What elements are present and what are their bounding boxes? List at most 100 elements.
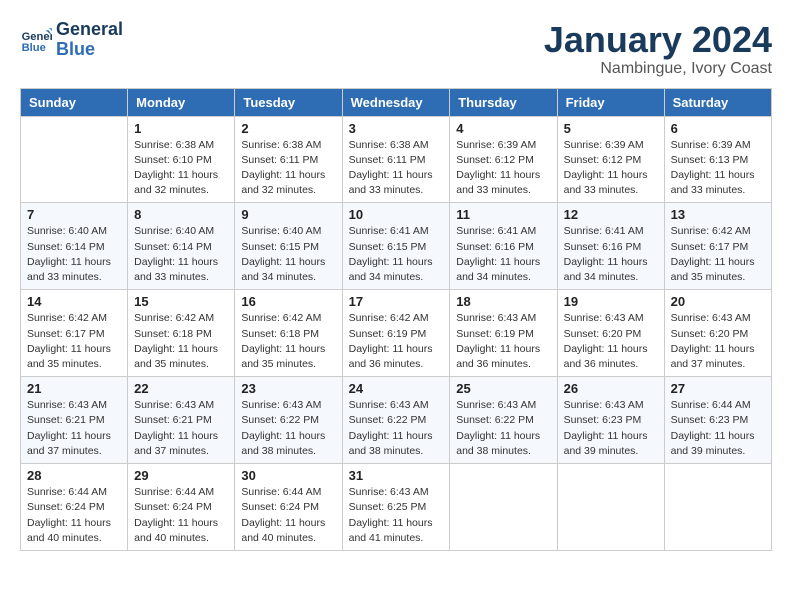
day-info: Sunrise: 6:43 AMSunset: 6:20 PMDaylight:…: [564, 311, 658, 372]
day-number: 11: [456, 207, 550, 222]
day-number: 7: [27, 207, 121, 222]
calendar-cell: 13Sunrise: 6:42 AMSunset: 6:17 PMDayligh…: [664, 203, 771, 290]
calendar-cell: 8 Sunrise: 6:40 AMSunset: 6:14 PMDaylight…: [128, 203, 235, 290]
title-area: January 2024 Nambingue, Ivory Coast: [544, 20, 772, 78]
day-number: 3: [349, 121, 444, 136]
day-info: Sunrise: 6:39 AMSunset: 6:13 PMDaylight:…: [671, 138, 765, 199]
day-info: Sunrise: 6:43 AMSunset: 6:21 PMDaylight:…: [27, 398, 121, 459]
logo-text: General Blue: [56, 20, 123, 60]
day-number: 28: [27, 468, 121, 483]
day-number: 26: [564, 381, 658, 396]
day-number: 31: [349, 468, 444, 483]
day-number: 29: [134, 468, 228, 483]
day-info: Sunrise: 6:42 AMSunset: 6:18 PMDaylight:…: [241, 311, 335, 372]
calendar-cell: [21, 116, 128, 203]
calendar-cell: 15 Sunrise: 6:42 AMSunset: 6:18 PMDayligh…: [128, 290, 235, 377]
calendar-body: 1 Sunrise: 6:38 AMSunset: 6:10 PMDaylight…: [21, 116, 772, 550]
calendar-cell: 31 Sunrise: 6:43 AMSunset: 6:25 PMDayligh…: [342, 464, 450, 551]
calendar-cell: 18Sunrise: 6:43 AMSunset: 6:19 PMDayligh…: [450, 290, 557, 377]
day-number: 21: [27, 381, 121, 396]
calendar-cell: 4 Sunrise: 6:39 AMSunset: 6:12 PMDaylight…: [450, 116, 557, 203]
day-number: 1: [134, 121, 228, 136]
day-info: Sunrise: 6:42 AMSunset: 6:19 PMDaylight:…: [349, 311, 444, 372]
calendar-cell: 25Sunrise: 6:43 AMSunset: 6:22 PMDayligh…: [450, 377, 557, 464]
day-info: Sunrise: 6:44 AMSunset: 6:23 PMDaylight:…: [671, 398, 765, 459]
day-info: Sunrise: 6:41 AMSunset: 6:16 PMDaylight:…: [564, 224, 658, 285]
day-number: 20: [671, 294, 765, 309]
day-info: Sunrise: 6:40 AMSunset: 6:14 PMDaylight:…: [27, 224, 121, 285]
calendar-cell: 20 Sunrise: 6:43 AMSunset: 6:20 PMDayligh…: [664, 290, 771, 377]
day-info: Sunrise: 6:43 AMSunset: 6:25 PMDaylight:…: [349, 485, 444, 546]
svg-text:General: General: [22, 31, 52, 43]
calendar-cell: 5Sunrise: 6:39 AMSunset: 6:12 PMDaylight…: [557, 116, 664, 203]
calendar-cell: 22 Sunrise: 6:43 AMSunset: 6:21 PMDayligh…: [128, 377, 235, 464]
calendar-week-1: 1 Sunrise: 6:38 AMSunset: 6:10 PMDaylight…: [21, 116, 772, 203]
day-number: 30: [241, 468, 335, 483]
calendar-week-3: 14 Sunrise: 6:42 AMSunset: 6:17 PMDayligh…: [21, 290, 772, 377]
day-info: Sunrise: 6:43 AMSunset: 6:22 PMDaylight:…: [456, 398, 550, 459]
calendar-cell: 16 Sunrise: 6:42 AMSunset: 6:18 PMDayligh…: [235, 290, 342, 377]
calendar-cell: 23Sunrise: 6:43 AMSunset: 6:22 PMDayligh…: [235, 377, 342, 464]
calendar-cell: 14 Sunrise: 6:42 AMSunset: 6:17 PMDayligh…: [21, 290, 128, 377]
col-header-saturday: Saturday: [664, 88, 771, 116]
calendar-cell: [664, 464, 771, 551]
day-number: 22: [134, 381, 228, 396]
calendar-cell: 2 Sunrise: 6:38 AMSunset: 6:11 PMDaylight…: [235, 116, 342, 203]
day-info: Sunrise: 6:44 AMSunset: 6:24 PMDaylight:…: [134, 485, 228, 546]
day-number: 8: [134, 207, 228, 222]
day-number: 17: [349, 294, 444, 309]
day-info: Sunrise: 6:38 AMSunset: 6:11 PMDaylight:…: [349, 138, 444, 199]
day-info: Sunrise: 6:42 AMSunset: 6:18 PMDaylight:…: [134, 311, 228, 372]
calendar-cell: 29 Sunrise: 6:44 AMSunset: 6:24 PMDayligh…: [128, 464, 235, 551]
day-info: Sunrise: 6:44 AMSunset: 6:24 PMDaylight:…: [241, 485, 335, 546]
day-info: Sunrise: 6:41 AMSunset: 6:16 PMDaylight:…: [456, 224, 550, 285]
day-info: Sunrise: 6:38 AMSunset: 6:10 PMDaylight:…: [134, 138, 228, 199]
day-info: Sunrise: 6:43 AMSunset: 6:23 PMDaylight:…: [564, 398, 658, 459]
day-info: Sunrise: 6:43 AMSunset: 6:19 PMDaylight:…: [456, 311, 550, 372]
calendar-cell: 1 Sunrise: 6:38 AMSunset: 6:10 PMDaylight…: [128, 116, 235, 203]
calendar-cell: 6 Sunrise: 6:39 AMSunset: 6:13 PMDaylight…: [664, 116, 771, 203]
logo-line1: General: [56, 20, 123, 40]
calendar-week-2: 7 Sunrise: 6:40 AMSunset: 6:14 PMDaylight…: [21, 203, 772, 290]
day-info: Sunrise: 6:43 AMSunset: 6:22 PMDaylight:…: [349, 398, 444, 459]
calendar-week-5: 28 Sunrise: 6:44 AMSunset: 6:24 PMDayligh…: [21, 464, 772, 551]
col-header-thursday: Thursday: [450, 88, 557, 116]
calendar-cell: 7 Sunrise: 6:40 AMSunset: 6:14 PMDaylight…: [21, 203, 128, 290]
calendar-cell: 3 Sunrise: 6:38 AMSunset: 6:11 PMDaylight…: [342, 116, 450, 203]
day-number: 2: [241, 121, 335, 136]
col-header-monday: Monday: [128, 88, 235, 116]
day-number: 14: [27, 294, 121, 309]
day-number: 5: [564, 121, 658, 136]
day-info: Sunrise: 6:43 AMSunset: 6:21 PMDaylight:…: [134, 398, 228, 459]
col-header-wednesday: Wednesday: [342, 88, 450, 116]
day-number: 4: [456, 121, 550, 136]
day-info: Sunrise: 6:44 AMSunset: 6:24 PMDaylight:…: [27, 485, 121, 546]
svg-text:Blue: Blue: [22, 42, 46, 54]
calendar-cell: [557, 464, 664, 551]
calendar-subtitle: Nambingue, Ivory Coast: [544, 60, 772, 78]
day-number: 15: [134, 294, 228, 309]
calendar-week-4: 21 Sunrise: 6:43 AMSunset: 6:21 PMDayligh…: [21, 377, 772, 464]
day-number: 13: [671, 207, 765, 222]
day-info: Sunrise: 6:41 AMSunset: 6:15 PMDaylight:…: [349, 224, 444, 285]
calendar-cell: 24Sunrise: 6:43 AMSunset: 6:22 PMDayligh…: [342, 377, 450, 464]
day-info: Sunrise: 6:43 AMSunset: 6:20 PMDaylight:…: [671, 311, 765, 372]
day-number: 6: [671, 121, 765, 136]
calendar-cell: 28 Sunrise: 6:44 AMSunset: 6:24 PMDayligh…: [21, 464, 128, 551]
col-header-sunday: Sunday: [21, 88, 128, 116]
page-header: General Blue General Blue January 2024 N…: [20, 20, 772, 78]
day-info: Sunrise: 6:39 AMSunset: 6:12 PMDaylight:…: [456, 138, 550, 199]
col-header-tuesday: Tuesday: [235, 88, 342, 116]
calendar-header-row: SundayMondayTuesdayWednesdayThursdayFrid…: [21, 88, 772, 116]
logo: General Blue General Blue: [20, 20, 123, 60]
day-info: Sunrise: 6:42 AMSunset: 6:17 PMDaylight:…: [27, 311, 121, 372]
day-number: 9: [241, 207, 335, 222]
day-number: 16: [241, 294, 335, 309]
calendar-cell: 21 Sunrise: 6:43 AMSunset: 6:21 PMDayligh…: [21, 377, 128, 464]
calendar-cell: 12Sunrise: 6:41 AMSunset: 6:16 PMDayligh…: [557, 203, 664, 290]
calendar-cell: [450, 464, 557, 551]
day-info: Sunrise: 6:38 AMSunset: 6:11 PMDaylight:…: [241, 138, 335, 199]
day-info: Sunrise: 6:40 AMSunset: 6:14 PMDaylight:…: [134, 224, 228, 285]
calendar-cell: 27Sunrise: 6:44 AMSunset: 6:23 PMDayligh…: [664, 377, 771, 464]
day-info: Sunrise: 6:43 AMSunset: 6:22 PMDaylight:…: [241, 398, 335, 459]
